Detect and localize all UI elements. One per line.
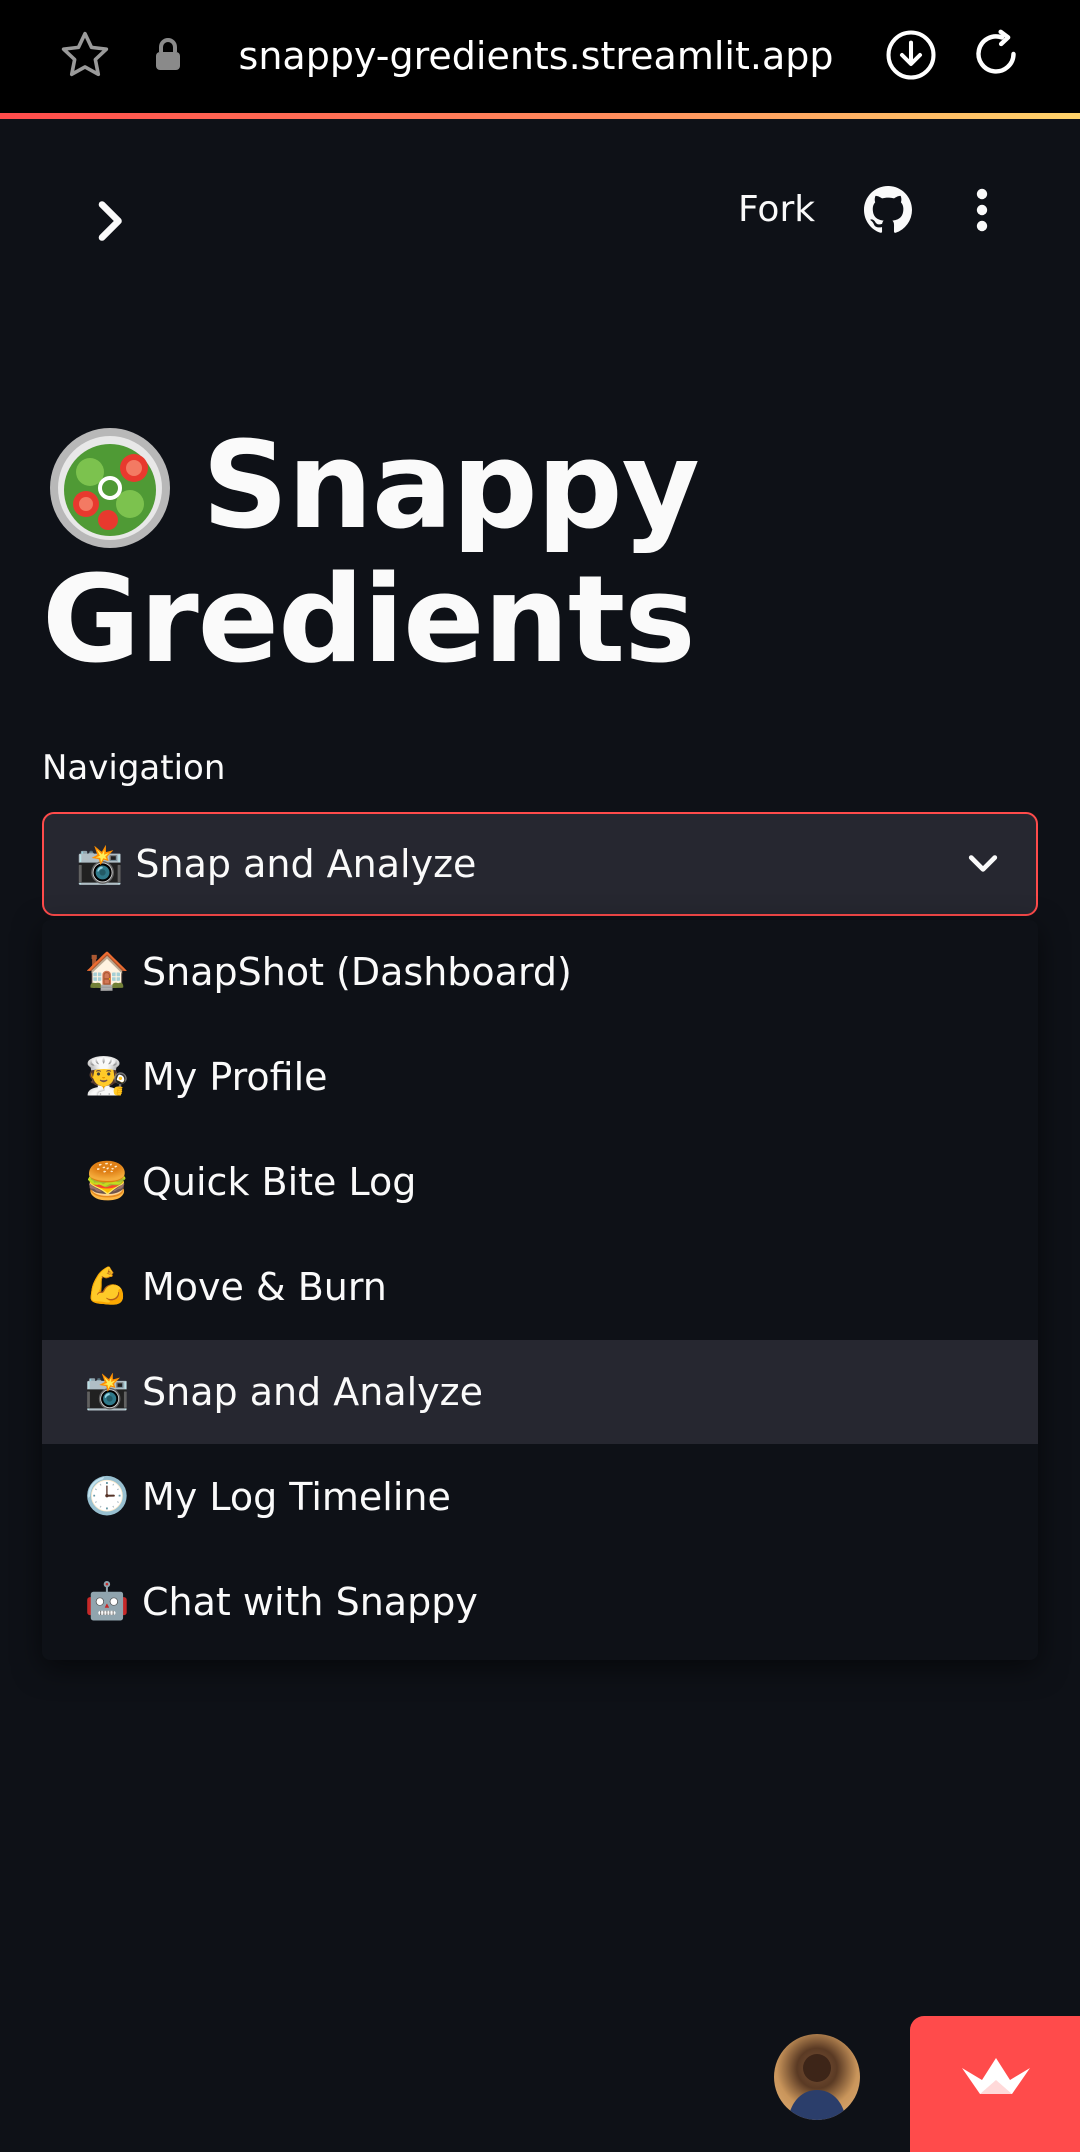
menu-item-label: SnapShot (Dashboard) bbox=[142, 950, 572, 994]
menu-item-label: Snap and Analyze bbox=[142, 1370, 483, 1414]
flexed-biceps-icon: 💪 bbox=[84, 1266, 130, 1307]
github-icon[interactable] bbox=[864, 186, 912, 234]
chevron-down-icon bbox=[968, 855, 998, 872]
lock-icon bbox=[156, 38, 180, 70]
navigation-dropdown-menu: 🏠 SnapShot (Dashboard) 🧑‍🍳 My Profile 🍔 … bbox=[42, 920, 1038, 1660]
streamlit-logo-icon bbox=[962, 2058, 1030, 2094]
star-icon[interactable] bbox=[58, 28, 112, 82]
more-options-icon[interactable] bbox=[970, 186, 994, 234]
header-decoration bbox=[0, 113, 1080, 119]
menu-item-dashboard[interactable]: 🏠 SnapShot (Dashboard) bbox=[42, 920, 1038, 1024]
house-icon: 🏠 bbox=[84, 951, 130, 992]
fork-button[interactable]: Fork bbox=[738, 184, 820, 236]
download-icon[interactable] bbox=[884, 28, 938, 82]
menu-item-chat[interactable]: 🤖 Chat with Snappy bbox=[42, 1550, 1038, 1654]
robot-icon: 🤖 bbox=[84, 1581, 130, 1622]
page-title-line2: Gredients bbox=[42, 551, 696, 690]
navigation-selected-value: 📸 Snap and Analyze bbox=[76, 842, 477, 886]
navigation-label: Navigation bbox=[42, 748, 226, 788]
streamlit-badge[interactable] bbox=[910, 2016, 1080, 2152]
page-title-line1: Snappy bbox=[202, 417, 700, 556]
person-icon bbox=[788, 2054, 846, 2120]
menu-item-snap-analyze[interactable]: 📸 Snap and Analyze bbox=[42, 1340, 1038, 1444]
menu-item-move-burn[interactable]: 💪 Move & Burn bbox=[42, 1235, 1038, 1339]
page-title: Snappy Gredients bbox=[42, 420, 1022, 688]
menu-item-label: Move & Burn bbox=[142, 1265, 387, 1309]
cook-icon: 🧑‍🍳 bbox=[84, 1056, 130, 1097]
menu-item-label: Chat with Snappy bbox=[142, 1580, 478, 1624]
url-bar[interactable]: snappy-gredients.streamlit.app bbox=[236, 28, 836, 84]
menu-item-quick-bite-log[interactable]: 🍔 Quick Bite Log bbox=[42, 1130, 1038, 1234]
menu-item-profile[interactable]: 🧑‍🍳 My Profile bbox=[42, 1025, 1038, 1129]
menu-item-label: My Log Timeline bbox=[142, 1475, 451, 1519]
avatar[interactable] bbox=[774, 2034, 860, 2120]
navigation-select[interactable]: 📸 Snap and Analyze bbox=[42, 812, 1038, 916]
clock-icon: 🕒 bbox=[84, 1476, 130, 1517]
menu-item-label: Quick Bite Log bbox=[142, 1160, 417, 1204]
sidebar-expand-icon[interactable] bbox=[96, 200, 126, 242]
menu-item-log-timeline[interactable]: 🕒 My Log Timeline bbox=[42, 1445, 1038, 1549]
reload-icon[interactable] bbox=[968, 26, 1024, 82]
menu-item-label: My Profile bbox=[142, 1055, 328, 1099]
burger-icon: 🍔 bbox=[84, 1161, 130, 1202]
browser-toolbar: snappy-gredients.streamlit.app bbox=[0, 0, 1080, 113]
camera-flash-icon: 📸 bbox=[84, 1371, 130, 1412]
